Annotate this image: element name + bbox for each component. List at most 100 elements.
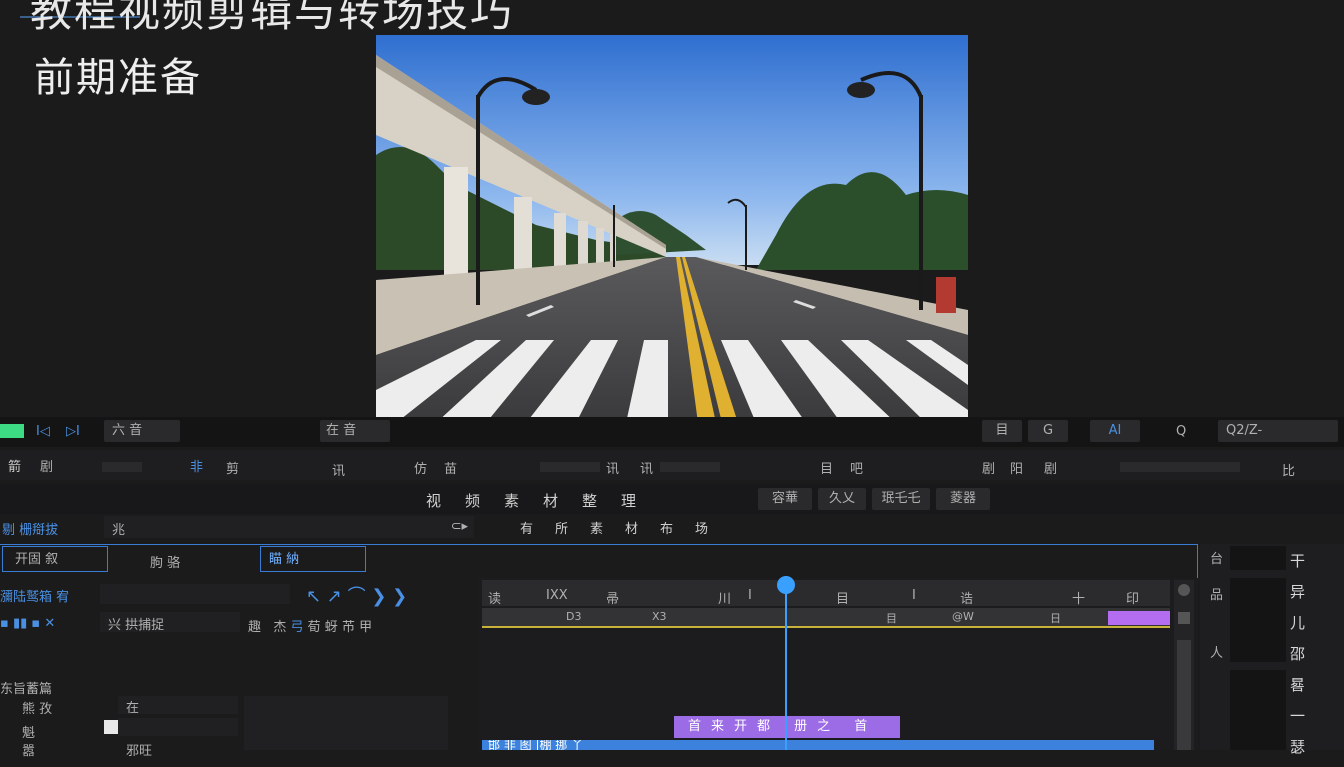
prev-frame-button[interactable]: I◁ xyxy=(36,424,50,439)
record-indicator[interactable] xyxy=(0,424,24,438)
next-frame-button[interactable]: ▷I xyxy=(66,424,80,439)
sidebar-item[interactable]: 一 xyxy=(1290,705,1340,736)
track-label: 日 xyxy=(1050,612,1061,625)
sidebar-item[interactable]: 干 xyxy=(1290,550,1340,581)
section-title: 视频素材整理 xyxy=(426,492,661,510)
ruler-label: I xyxy=(748,588,752,603)
tool-slip[interactable]: 剪 xyxy=(226,458,239,477)
tool-slot[interactable] xyxy=(102,462,142,472)
section-button-1[interactable]: 容華 xyxy=(758,488,812,510)
sidebar-item[interactable]: 异 xyxy=(1290,581,1340,612)
tool-settings[interactable]: 比 xyxy=(1282,460,1295,479)
tool-link[interactable]: 剧 xyxy=(982,458,995,477)
sidebar-box-1[interactable] xyxy=(1230,546,1286,570)
source-selector[interactable]: 六 音 xyxy=(104,420,180,442)
sidebar-item[interactable]: 晷 xyxy=(1290,674,1340,705)
tool-keyframe[interactable]: 阳 xyxy=(1010,458,1023,477)
grid-button[interactable]: 目 xyxy=(982,420,1022,442)
sidebar-box-2[interactable] xyxy=(1230,578,1286,662)
sidebar-list: 干 异 儿 邵 晷 一 瑟 xyxy=(1290,550,1340,767)
purple-clip-end[interactable] xyxy=(1108,611,1170,625)
sidebar-icon-3[interactable]: 人 xyxy=(1210,642,1223,661)
sidebar-box-3[interactable] xyxy=(1230,670,1286,750)
list-header: 瀰陆鹫箱 宥 xyxy=(0,590,70,605)
tool-slot-3 xyxy=(660,462,720,472)
track-label: 目 xyxy=(886,612,897,625)
clear-search-icon[interactable]: ⊂▸ xyxy=(451,519,468,534)
ruler-label: IXX xyxy=(546,588,568,603)
track-label: @W xyxy=(952,610,974,623)
sidebar-item[interactable]: 儿 xyxy=(1290,612,1340,643)
tool-ripple[interactable]: 剧 xyxy=(40,456,53,475)
sidebar-icon-2[interactable]: 品 xyxy=(1210,584,1223,603)
audio-selector[interactable]: 在 音 xyxy=(320,420,390,442)
subtab-3[interactable]: 瞄 納 xyxy=(260,546,366,572)
project-tab[interactable]: 剔 栅搿拔 xyxy=(2,519,58,538)
viewer-control-bar xyxy=(0,417,1344,447)
scroll-mid-icon[interactable] xyxy=(1178,612,1190,624)
playhead[interactable] xyxy=(776,576,795,750)
road-scene-image xyxy=(376,35,968,423)
sidebar-item[interactable]: 瑟 xyxy=(1290,736,1340,767)
guides-button[interactable]: G xyxy=(1028,420,1068,442)
playhead-handle[interactable] xyxy=(776,576,795,594)
tool-pen[interactable]: 讯 xyxy=(332,460,345,479)
tool-hand[interactable]: 仿 xyxy=(414,458,427,477)
title-clip[interactable]: 首来开都 册之 首 xyxy=(674,716,900,738)
section-button-4[interactable]: 菱器 xyxy=(936,488,990,510)
timeline-scrollbar[interactable] xyxy=(1174,580,1194,750)
program-preview xyxy=(376,35,968,423)
tutorial-title: 教程视频剪辑与转场技巧 xyxy=(30,0,515,36)
video-track-1[interactable]: D3 X3 目 @W 日 xyxy=(482,608,1170,628)
ruler-label: 川 xyxy=(718,592,732,607)
section-subtitle: 前期准备 xyxy=(34,55,202,101)
track-label: X3 xyxy=(652,610,667,623)
track-1-value: 在 xyxy=(126,701,140,716)
sidebar-item[interactable]: 邵 xyxy=(1290,643,1340,674)
track-1-name[interactable]: 熊 孜 xyxy=(22,698,52,717)
tool-snap[interactable]: 吧 xyxy=(850,458,863,477)
audio-clip[interactable]: 邯 非 图 |棚 挪 丫 xyxy=(482,740,1154,750)
tool-shape[interactable]: 讯 xyxy=(640,458,653,477)
ai-button[interactable]: AI xyxy=(1090,420,1140,442)
sequence-title: 东旨蓄篇 xyxy=(0,682,53,697)
subtab-1[interactable]: 开固 叙 xyxy=(2,546,108,572)
search-value: 兆 xyxy=(112,523,126,538)
tool-razor[interactable]: 非 xyxy=(190,456,203,475)
filter-field[interactable] xyxy=(100,584,290,604)
tool-marker[interactable]: 目 xyxy=(820,458,833,477)
section-button-3[interactable]: 珉乇乇 xyxy=(872,488,930,510)
tool-text[interactable]: 讯 xyxy=(606,458,619,477)
tool-slot-4 xyxy=(1120,462,1240,472)
tool-audio[interactable]: 剧 xyxy=(1044,458,1057,477)
track-2-name[interactable]: 魁 xyxy=(22,722,35,741)
sidebar-icon-1[interactable]: 台 xyxy=(1210,548,1223,567)
center-caption: 有所素材布场 xyxy=(520,522,731,537)
ruler-label: 十 xyxy=(1072,592,1086,607)
timeline-ruler[interactable]: 读 IXX 帚 川 I 目 I 诰 十 印 xyxy=(482,580,1170,607)
ruler-label: 读 xyxy=(488,592,502,607)
clip-row-tools[interactable]: 趣 杰 弓 荀 蚜 芇 甲 xyxy=(248,616,372,635)
ruler-label: 目 xyxy=(836,592,850,607)
nav-arrows[interactable]: ↖ ↗ ⌒ ❯ ❯ xyxy=(306,582,407,608)
view-toggle-icons[interactable]: ▪ ▮▮ ▪ ✕ xyxy=(0,616,55,631)
tool-slot-2 xyxy=(540,462,600,472)
track-2-field[interactable] xyxy=(118,718,238,736)
search-field[interactable]: 兆 ⊂▸ xyxy=(104,516,474,538)
track-label: D3 xyxy=(566,610,582,623)
zoom-readout[interactable]: Q2/Z- xyxy=(1218,420,1338,442)
subtab-2[interactable]: 朐 骆 xyxy=(150,552,180,571)
clip-row-label: 兴 拱捕捉 xyxy=(108,618,165,633)
search-icon[interactable]: Q xyxy=(1176,424,1186,439)
clip-row[interactable]: 兴 拱捕捉 xyxy=(100,612,240,633)
track-controls[interactable] xyxy=(244,696,448,750)
scroll-thumb[interactable] xyxy=(1177,640,1191,750)
ruler-label: 帚 xyxy=(606,592,620,607)
tool-select[interactable]: 箭 xyxy=(8,456,21,475)
ruler-label: 印 xyxy=(1126,592,1140,607)
section-button-2[interactable]: 久乂 xyxy=(818,488,866,510)
scroll-up-icon[interactable] xyxy=(1178,584,1190,596)
tool-zoom[interactable]: 苗 xyxy=(444,458,457,477)
track-1-field[interactable]: 在 xyxy=(118,696,238,716)
ruler-label: I xyxy=(912,588,916,603)
